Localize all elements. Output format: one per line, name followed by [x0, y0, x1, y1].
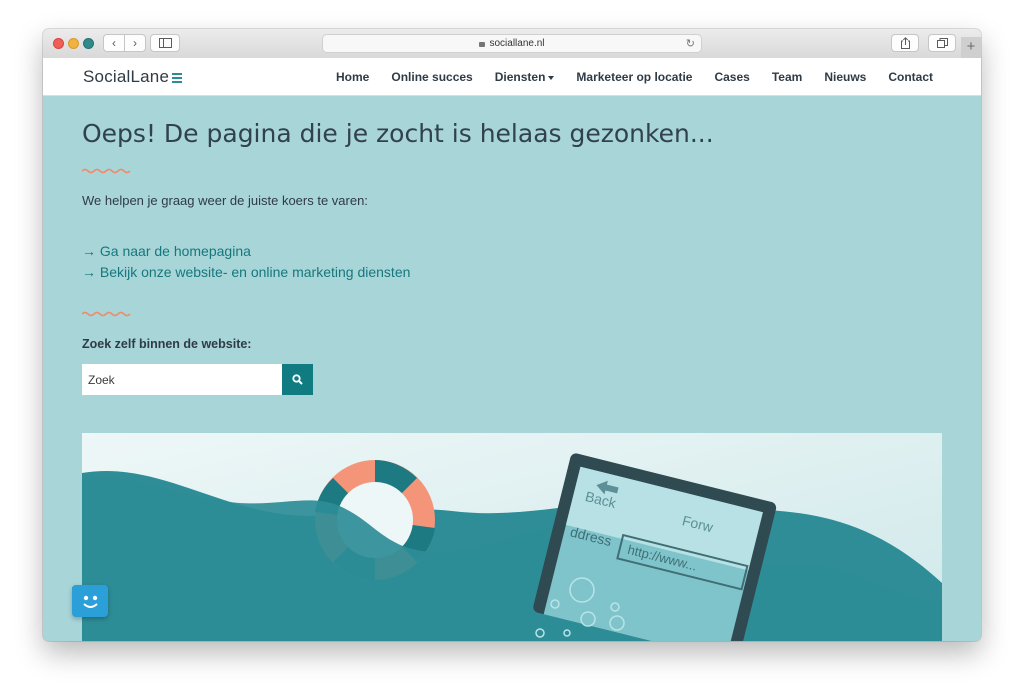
browser-window: ‹ › sociallane.nl ↻ + SocialLane Home On… [43, 29, 981, 641]
nav-item-nieuws[interactable]: Nieuws [824, 70, 866, 84]
illustration-scene: Back Forw ddress http://www... [82, 433, 942, 641]
wave-divider [82, 168, 131, 174]
sinking-laptop-illustration: Back Forw ddress http://www... [82, 433, 942, 641]
nav-item-cases[interactable]: Cases [714, 70, 749, 84]
chevron-left-icon: ‹ [112, 36, 116, 50]
nav-item-home[interactable]: Home [336, 70, 369, 84]
reload-icon[interactable]: ↻ [686, 37, 695, 50]
share-button[interactable] [891, 34, 919, 52]
chat-bot-button[interactable] [70, 585, 108, 617]
wave-divider [82, 311, 131, 317]
back-button[interactable]: ‹ [103, 34, 125, 52]
sidebar-icon [158, 38, 172, 48]
nav-item-contact[interactable]: Contact [888, 70, 933, 84]
caret-down-icon [548, 75, 555, 80]
nav-item-marketeer-op-locatie[interactable]: Marketeer op locatie [576, 70, 692, 84]
main-navigation: Home Online succes Diensten Marketeer op… [336, 70, 933, 84]
lock-icon [479, 42, 486, 47]
services-link[interactable]: → Bekijk onze website- en online marketi… [82, 264, 410, 280]
search-icon [292, 374, 303, 385]
site-logo[interactable]: SocialLane [83, 67, 183, 87]
browser-toolbar: ‹ › sociallane.nl ↻ + [43, 29, 981, 59]
new-tab-button[interactable]: + [961, 37, 981, 58]
intro-text: We helpen je graag weer de juiste koers … [82, 193, 368, 208]
page-title: Oeps! De pagina die je zocht is helaas g… [82, 119, 714, 148]
site-header: SocialLane Home Online succes Diensten M… [43, 58, 981, 96]
nav-item-team[interactable]: Team [772, 70, 802, 84]
nav-item-online-succes[interactable]: Online succes [391, 70, 472, 84]
sidebar-toggle-button[interactable] [150, 34, 180, 52]
chevron-right-icon: › [133, 36, 137, 50]
address-url: sociallane.nl [489, 38, 545, 49]
tabs-overview-button[interactable] [928, 34, 956, 52]
address-bar[interactable]: sociallane.nl ↻ [322, 34, 702, 53]
nav-item-diensten[interactable]: Diensten [495, 70, 555, 84]
zoom-window-button[interactable] [83, 38, 94, 49]
logo-text: SocialLane [83, 67, 170, 86]
share-icon [900, 37, 910, 49]
search-input[interactable] [82, 364, 282, 395]
tabs-icon [936, 38, 948, 48]
chat-bot-icon [70, 587, 98, 608]
close-window-button[interactable] [53, 38, 64, 49]
menu-icon [172, 71, 183, 85]
forward-button[interactable]: › [124, 34, 146, 52]
search-label: Zoek zelf binnen de website: [82, 337, 252, 351]
nav-item-diensten-label: Diensten [494, 70, 546, 84]
search-button[interactable] [282, 364, 313, 395]
homepage-link[interactable]: → Ga naar de homepagina [82, 243, 251, 259]
minimize-window-button[interactable] [68, 38, 79, 49]
